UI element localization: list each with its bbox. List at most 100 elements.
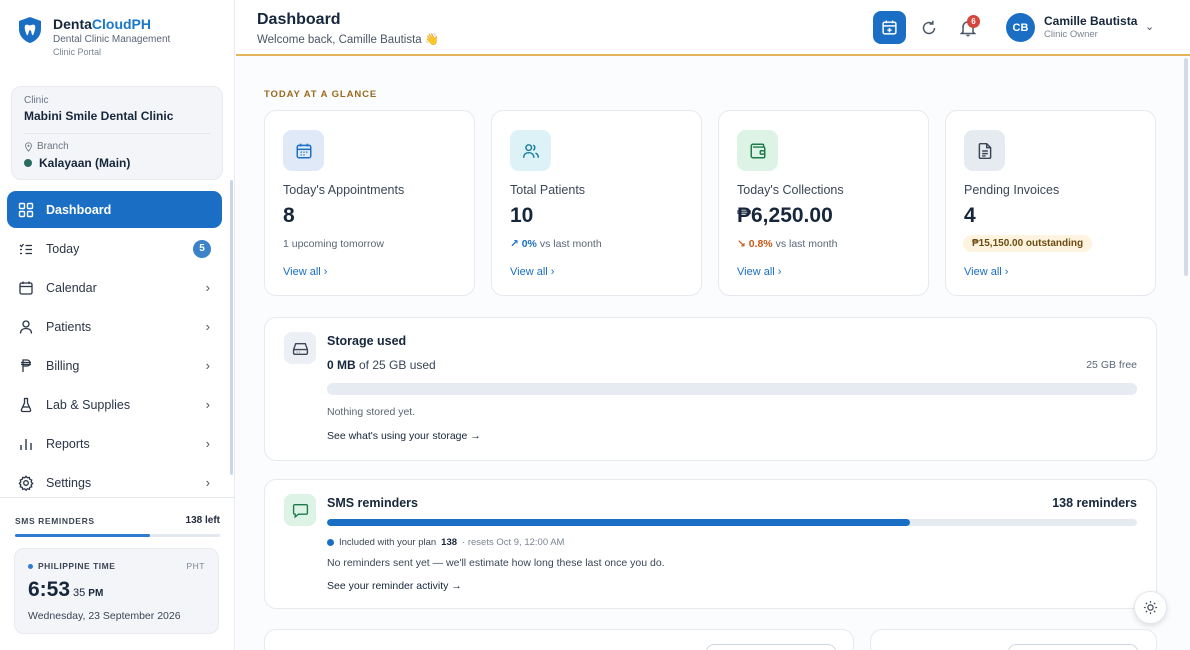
nav-label: Patients [46, 319, 92, 334]
stat-icon-box [283, 130, 324, 171]
branch-name[interactable]: Kalayaan (Main) [24, 156, 210, 170]
sms-activity-link[interactable]: See your reminder activity → [327, 580, 462, 592]
stat-card-pending-invoices[interactable]: Pending Invoices 4 ₱15,150.00 outstandin… [945, 110, 1156, 296]
sms-reminders-summary[interactable]: SMS REMINDERS 138 left [0, 497, 235, 537]
view-all-link[interactable]: View all › [737, 266, 781, 278]
bottom-card-button[interactable] [706, 644, 836, 650]
stat-card-collections[interactable]: Today's Collections ₱6,250.00 ↘ 0.8% vs … [718, 110, 929, 296]
view-all-link[interactable]: View all › [964, 266, 1008, 278]
branch-status-dot [24, 159, 32, 167]
storage-progress-bar [327, 383, 1137, 395]
stat-label: Today's Collections [737, 183, 844, 197]
storage-free: 25 GB free [1086, 359, 1137, 371]
sms-title: SMS reminders [327, 496, 419, 510]
gear-icon [18, 474, 34, 491]
sms-progress-fill [327, 519, 911, 526]
top-header: Dashboard Welcome back, Camille Bautista… [236, 0, 1190, 56]
view-all-link[interactable]: View all › [283, 266, 327, 278]
user-role: Clinic Owner [1044, 29, 1098, 40]
sidebar-scrollbar[interactable] [230, 180, 233, 475]
stat-label: Pending Invoices [964, 183, 1060, 197]
theme-toggle-button[interactable] [1134, 591, 1167, 624]
view-all-link[interactable]: View all › [510, 266, 554, 278]
nav-patients[interactable]: Patients › [7, 308, 222, 345]
storage-used: 0 MB of 25 GB used [327, 358, 436, 372]
nav-label: Dashboard [46, 202, 112, 217]
chevron-right-icon: › [205, 475, 210, 490]
stat-trend: ↗ 0% vs last month [510, 238, 602, 250]
notification-badge: 6 [967, 15, 980, 28]
stat-label: Today's Appointments [283, 183, 405, 197]
tooth-logo-icon [19, 17, 41, 43]
brand-subtitle: Dental Clinic Management [53, 34, 171, 45]
hard-drive-icon [292, 342, 308, 355]
storage-card: Storage used 0 MB of 25 GB used 25 GB fr… [264, 317, 1157, 461]
location-pin-icon [25, 141, 32, 152]
storage-details-link[interactable]: See what's using your storage → [327, 430, 481, 442]
storage-title: Storage used [327, 334, 407, 348]
trend-up-value: ↗ 0% [510, 238, 537, 250]
chevron-right-icon: › [205, 358, 210, 373]
nav-dashboard[interactable]: Dashboard [7, 191, 222, 228]
peso-icon [21, 358, 31, 372]
users-icon [522, 143, 539, 158]
stat-card-appointments[interactable]: Today's Appointments 8 1 upcoming tomorr… [264, 110, 475, 296]
refresh-icon[interactable] [919, 18, 939, 38]
welcome-message: Welcome back, Camille Bautista 👋 [257, 34, 440, 46]
main-nav: Dashboard Today 5 Calendar › Patients › … [7, 191, 222, 503]
nav-settings[interactable]: Settings › [7, 464, 222, 501]
main-content: TODAY AT A GLANCE Today's Appointments 8… [236, 56, 1190, 650]
sidebar: DentaCloudPH Dental Clinic Management Cl… [0, 0, 235, 650]
nav-lab-supplies[interactable]: Lab & Supplies › [7, 386, 222, 423]
document-icon [978, 142, 991, 159]
nav-label: Calendar [46, 280, 97, 295]
nav-reports[interactable]: Reports › [7, 425, 222, 462]
calendar-icon [296, 143, 311, 158]
stat-icon-box [510, 130, 551, 171]
sms-plan-info: Included with your plan 138 · resets Oct 9… [327, 537, 564, 548]
clock-date: Wednesday, 23 September 2026 [28, 610, 181, 622]
brand[interactable]: DentaCloudPH Dental Clinic Management Cl… [17, 16, 170, 59]
sms-remaining: 138 left [185, 515, 220, 526]
bar-chart-icon [20, 438, 32, 450]
chevron-right-icon: › [205, 280, 210, 295]
chevron-down-icon[interactable]: ⌄ [1145, 20, 1154, 33]
nav-today[interactable]: Today 5 [7, 230, 222, 267]
today-count-badge: 5 [193, 239, 211, 258]
stat-trend: ↘ 0.8% vs last month [737, 238, 838, 250]
sms-note: No reminders sent yet — we'll estimate h… [327, 557, 665, 569]
sun-icon [1143, 600, 1158, 615]
new-appointment-button[interactable] [873, 11, 906, 44]
nav-calendar[interactable]: Calendar › [7, 269, 222, 306]
clinic-selector[interactable]: Clinic Mabini Smile Dental Clinic Branch… [11, 86, 223, 180]
chevron-right-icon: › [205, 397, 210, 412]
nav-label: Billing [46, 358, 80, 373]
brand-portal: Clinic Portal [53, 47, 102, 57]
outstanding-badge: ₱15,150.00 outstanding [963, 235, 1093, 252]
brand-name: DentaCloudPH [53, 16, 152, 32]
sms-count: 138 reminders [1052, 496, 1137, 510]
bottom-card-right [870, 629, 1157, 650]
sms-icon-box [284, 494, 316, 526]
stat-card-patients[interactable]: Total Patients 10 ↗ 0% vs last month Vie… [491, 110, 702, 296]
nav-label: Today [46, 241, 80, 256]
list-icon [19, 243, 32, 254]
nav-billing[interactable]: Billing › [7, 347, 222, 384]
bottom-card-button[interactable] [1008, 644, 1138, 650]
stat-value: 4 [964, 204, 976, 227]
main-scrollbar[interactable] [1184, 58, 1188, 276]
stat-value: 8 [283, 204, 295, 227]
sms-progress-fill [15, 534, 151, 537]
chevron-right-icon: › [205, 319, 210, 334]
avatar[interactable]: CB [1006, 13, 1035, 42]
user-name[interactable]: Camille Bautista [1044, 14, 1137, 28]
stat-icon-box [964, 130, 1005, 171]
nav-label: Settings [46, 475, 92, 490]
philippine-time-card: PHILIPPINE TIME PHT 6:53 35 PM Wednesday, … [14, 548, 219, 634]
stat-value: 10 [510, 204, 534, 227]
clock: 6:53 35 PM [28, 578, 104, 601]
stat-label: Total Patients [510, 183, 586, 197]
time-zone: PHT [186, 561, 205, 571]
message-icon [292, 503, 308, 518]
time-label: PHILIPPINE TIME [28, 561, 115, 571]
